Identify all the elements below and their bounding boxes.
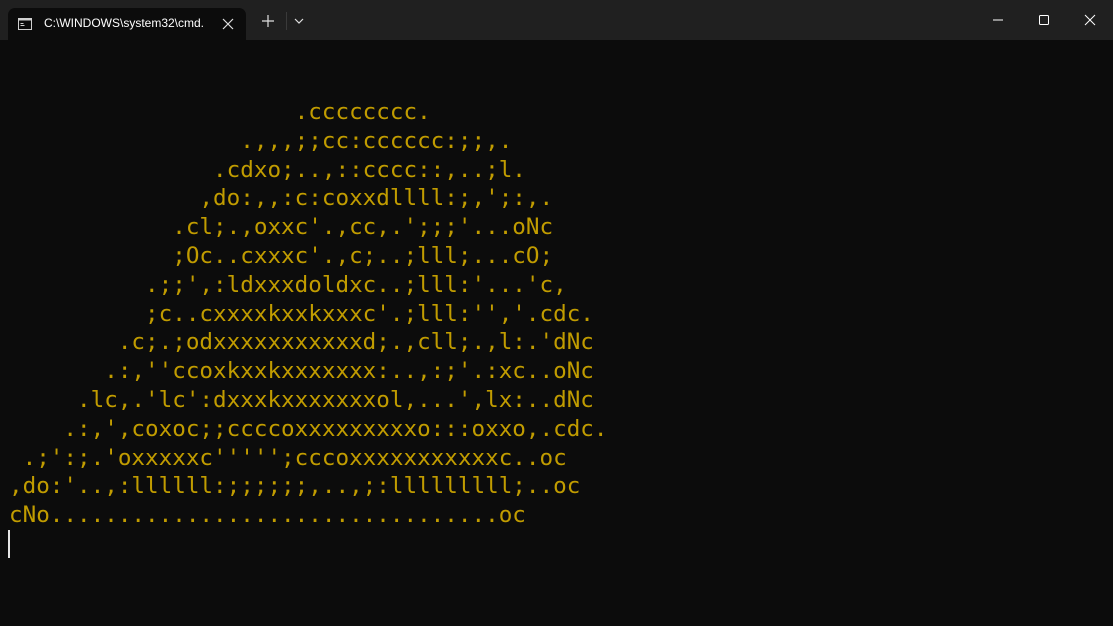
output-line: .cdxo;..,::cccc::,..;l.: [9, 156, 526, 183]
output-line: ;Oc..cxxxc'.,c;..;lll;...cO;: [9, 242, 554, 269]
title-bar[interactable]: C:\WINDOWS\system32\cmd.: [0, 0, 1113, 40]
output-line: ,do:'..,:llllll:;;;;;;,..,;:lllllllll;..…: [9, 473, 581, 500]
output-line: cNo.................................oc: [9, 502, 526, 529]
maximize-button[interactable]: [1021, 0, 1067, 40]
new-tab-icon[interactable]: [258, 11, 278, 31]
terminal-window: C:\WINDOWS\system32\cmd. .cccccccc. .,,,…: [0, 0, 1113, 626]
minimize-button[interactable]: [975, 0, 1021, 40]
command-prompt-icon: [18, 17, 32, 30]
minimize-icon: [993, 19, 1003, 21]
output-line: .cccccccc.: [9, 99, 431, 125]
output-line: .c;.;odxxxxxxxxxxxd;.,cll;.,l:.'dNc: [9, 329, 594, 356]
close-window-button[interactable]: [1067, 0, 1113, 40]
tab-title: C:\WINDOWS\system32\cmd.: [44, 16, 205, 30]
output-line: ;c..cxxxxkxxkxxxc'.;lll:'','.cdc.: [9, 300, 594, 327]
output-line: .;;',:ldxxxdoldxc..;lll:'...'c,: [9, 271, 567, 298]
output-line: .cl;.,oxxc'.,cc,.';;;'...oNc: [9, 214, 554, 241]
ascii-art-output: .cccccccc. .,,,;;cc:cccccc:;;,. .cdxo;..…: [9, 98, 608, 530]
chevron-down-icon[interactable]: [290, 12, 308, 30]
tab-cmd[interactable]: C:\WINDOWS\system32\cmd.: [8, 8, 246, 40]
close-tab-icon[interactable]: [218, 14, 238, 34]
output-line: .:,',coxoc;;ccccoxxxxxxxxxo:::oxxo,.cdc.: [9, 415, 608, 442]
output-line: .;':;.'oxxxxxc''''';cccoxxxxxxxxxxxc..oc: [9, 444, 567, 471]
output-line: .:,''ccoxkxxkxxxxxxx:..,:;'.:xc..oNc: [9, 358, 594, 385]
output-line: .lc,.'lc':dxxxkxxxxxxxol,...',lx:..dNc: [9, 386, 594, 413]
tab-separator: [286, 12, 287, 30]
close-icon: [1084, 14, 1096, 26]
text-cursor: [8, 530, 10, 558]
output-line: ,do:,,:c:coxxdllll:;,';:,.: [9, 185, 554, 212]
output-line: .,,,;;cc:cccccc:;;,.: [9, 127, 513, 154]
maximize-icon: [1039, 15, 1049, 25]
